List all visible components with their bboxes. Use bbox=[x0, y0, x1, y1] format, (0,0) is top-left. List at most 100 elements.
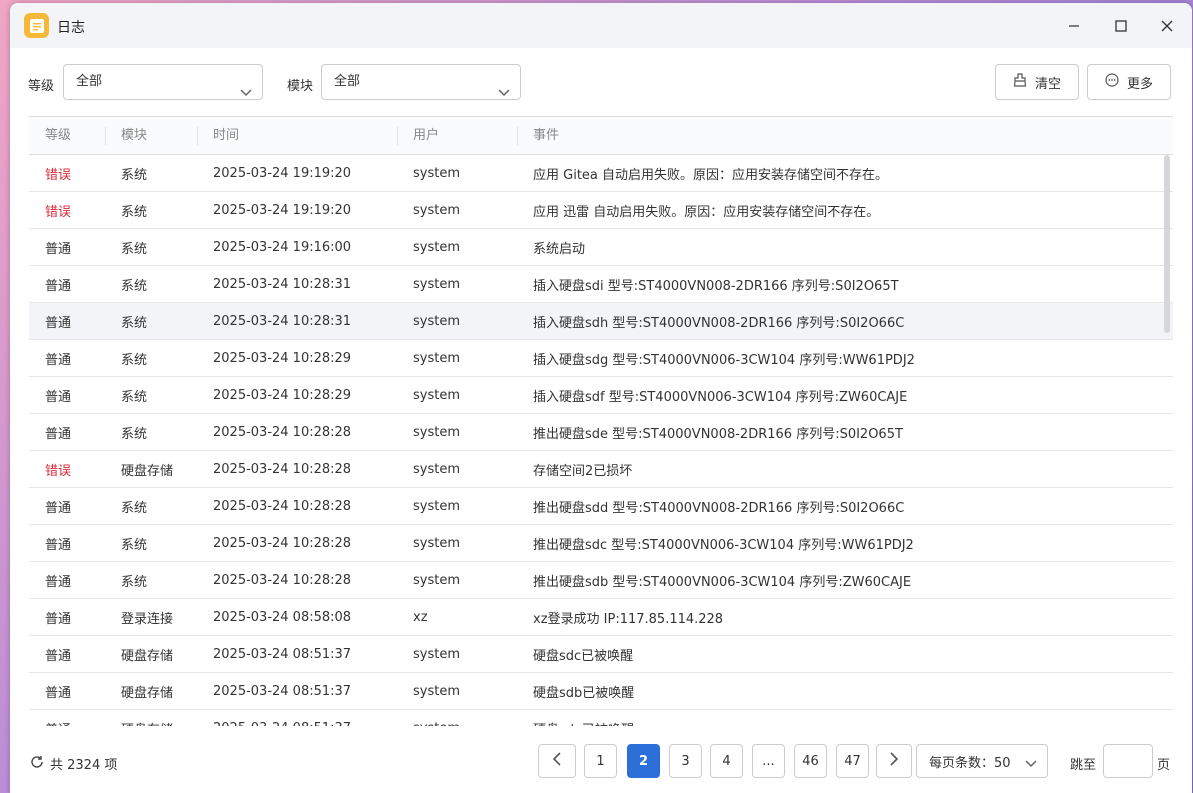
event-cell: 系统启动 bbox=[533, 241, 586, 257]
table-row[interactable]: 普通 硬盘存储 2025-03-24 08:51:37 system 硬盘sdc已被唤醒 bbox=[29, 636, 1173, 673]
prev-page-button[interactable] bbox=[538, 744, 576, 778]
table-row[interactable]: 普通 系统 2025-03-24 10:28:28 system 推出硬盘sdd 型号:… bbox=[29, 488, 1173, 525]
level-cell: 普通 bbox=[45, 278, 72, 294]
page-ellipsis[interactable]: ... bbox=[752, 744, 785, 778]
module-cell: 系统 bbox=[121, 574, 148, 590]
level-cell: 普通 bbox=[45, 500, 72, 516]
time-cell: 2025-03-24 10:28:28 bbox=[213, 535, 352, 551]
minimize-button[interactable] bbox=[1064, 16, 1084, 36]
broom-icon bbox=[1013, 73, 1027, 91]
user-cell: system bbox=[413, 572, 460, 588]
level-cell: 普通 bbox=[45, 352, 72, 368]
time-cell: 2025-03-24 10:28:28 bbox=[213, 461, 352, 477]
table-row[interactable]: 普通 系统 2025-03-24 10:28:31 system 插入硬盘sdi 型号:… bbox=[29, 266, 1173, 303]
table-row[interactable]: 普通 硬盘存储 2025-03-24 08:51:37 system 硬盘sdb已被唤醒 bbox=[29, 673, 1173, 710]
module-cell: 系统 bbox=[121, 537, 148, 553]
page-button[interactable]: 2 bbox=[627, 744, 660, 778]
jump-page-input[interactable] bbox=[1103, 744, 1153, 778]
level-cell: 普通 bbox=[45, 611, 72, 627]
event-cell: 插入硬盘sdf 型号:ST4000VN006-3CW104 序列号:ZW60CA… bbox=[533, 389, 908, 405]
event-cell: 插入硬盘sdi 型号:ST4000VN008-2DR166 序列号:S0I2O6… bbox=[533, 278, 899, 294]
page-button[interactable]: 46 bbox=[794, 744, 827, 778]
time-cell: 2025-03-24 10:28:29 bbox=[213, 387, 352, 403]
table-row[interactable]: 错误 系统 2025-03-24 19:19:20 system 应用 Gitea 自动… bbox=[29, 155, 1173, 192]
table-row[interactable]: 普通 系统 2025-03-24 19:16:00 system 系统启动 bbox=[29, 229, 1173, 266]
page-button[interactable]: 4 bbox=[710, 744, 743, 778]
event-cell: 插入硬盘sdg 型号:ST4000VN006-3CW104 序列号:WW61PD… bbox=[533, 352, 915, 368]
table-row[interactable]: 普通 系统 2025-03-24 10:28:28 system 推出硬盘sdb 型号:… bbox=[29, 562, 1173, 599]
user-cell: system bbox=[413, 350, 460, 366]
column-header-level[interactable]: 等级 bbox=[29, 117, 105, 155]
module-filter-label: 模块 bbox=[287, 79, 314, 94]
more-button[interactable]: 更多 bbox=[1087, 64, 1171, 100]
module-cell: 系统 bbox=[121, 241, 148, 257]
module-cell: 系统 bbox=[121, 315, 148, 331]
table-row[interactable]: 普通 系统 2025-03-24 10:28:31 system 插入硬盘sdh 型号:… bbox=[29, 303, 1173, 340]
time-cell: 2025-03-24 08:51:37 bbox=[213, 646, 352, 662]
time-cell: 2025-03-24 08:51:37 bbox=[197, 721, 397, 727]
level-cell: 普通 bbox=[45, 648, 72, 664]
level-cell: 错误 bbox=[45, 204, 72, 220]
clear-button[interactable]: 清空 bbox=[995, 64, 1079, 100]
table-row[interactable]: 普通 系统 2025-03-24 10:28:28 system 推出硬盘sde 型号:… bbox=[29, 414, 1173, 451]
module-cell: 硬盘存储 bbox=[121, 685, 174, 701]
user-cell: system bbox=[413, 165, 460, 181]
table-row[interactable]: 普通 系统 2025-03-24 10:28:29 system 插入硬盘sdg 型号:… bbox=[29, 340, 1173, 377]
jump-label: 跳至 bbox=[1070, 758, 1097, 773]
user-cell: system bbox=[413, 461, 460, 477]
table-scrollbar[interactable] bbox=[1164, 155, 1170, 333]
module-cell: 系统 bbox=[121, 278, 148, 294]
total-count: 共 2324 项 bbox=[30, 754, 117, 773]
column-header-module[interactable]: 模块 bbox=[105, 117, 197, 155]
event-cell: 应用 迅雷 自动启用失败。原因：应用安装存储空间不存在。 bbox=[533, 204, 880, 220]
table-row[interactable]: 普通 登录连接 2025-03-24 08:58:08 xz xz登录成功 IP:117… bbox=[29, 599, 1173, 636]
user-cell: system bbox=[413, 535, 460, 551]
chevron-left-icon bbox=[552, 752, 562, 770]
module-cell: 硬盘存储 bbox=[121, 648, 174, 664]
level-cell: 错误 bbox=[45, 463, 72, 479]
table-row[interactable]: 普通 系统 2025-03-24 10:28:29 system 插入硬盘sdf 型号:… bbox=[29, 377, 1173, 414]
time-cell: 2025-03-24 08:58:08 bbox=[213, 609, 352, 625]
module-cell: 系统 bbox=[121, 204, 148, 220]
user-cell: system bbox=[413, 683, 460, 699]
table-row[interactable]: 错误 系统 2025-03-24 19:19:20 system 应用 迅雷 自动启用失… bbox=[29, 192, 1173, 229]
page-button[interactable]: 3 bbox=[669, 744, 702, 778]
event-cell: xz登录成功 IP:117.85.114.228 bbox=[533, 611, 724, 627]
column-header-time[interactable]: 时间 bbox=[197, 117, 397, 155]
module-cell: 系统 bbox=[121, 500, 148, 516]
maximize-button[interactable] bbox=[1111, 16, 1131, 36]
column-header-user[interactable]: 用户 bbox=[397, 117, 517, 155]
module-cell: 系统 bbox=[121, 389, 148, 405]
page-size-select[interactable]: 每页条数：50 bbox=[916, 744, 1048, 778]
level-cell: 普通 bbox=[45, 426, 72, 442]
user-cell: system bbox=[413, 387, 460, 403]
level-select[interactable]: 全部 bbox=[63, 64, 263, 100]
user-cell: system bbox=[397, 721, 517, 727]
module-cell: 硬盘存储 bbox=[121, 463, 174, 479]
event-cell: 推出硬盘sdd 型号:ST4000VN008-2DR166 序列号:S0I2O6… bbox=[533, 500, 905, 516]
module-select[interactable]: 全部 bbox=[321, 64, 521, 100]
module-select-value: 全部 bbox=[334, 74, 361, 89]
chevron-down-icon bbox=[1025, 757, 1037, 772]
event-cell: 插入硬盘sdh 型号:ST4000VN008-2DR166 序列号:S0I2O6… bbox=[533, 315, 905, 331]
title-bar: 日志 bbox=[10, 3, 1192, 48]
time-cell: 2025-03-24 08:51:37 bbox=[213, 683, 352, 699]
page-button[interactable]: 47 bbox=[836, 744, 869, 778]
event-cell: 推出硬盘sde 型号:ST4000VN008-2DR166 序列号:S0I2O6… bbox=[533, 426, 903, 442]
page-button[interactable]: 1 bbox=[584, 744, 617, 778]
table-row[interactable]: 普通 系统 2025-03-24 10:28:28 system 推出硬盘sdc 型号:… bbox=[29, 525, 1173, 562]
level-cell: 普通 bbox=[45, 685, 72, 701]
level-filter-label: 等级 bbox=[28, 79, 55, 94]
table-body: 错误 系统 2025-03-24 19:19:20 system 应用 Gitea 自动… bbox=[29, 155, 1173, 726]
time-cell: 2025-03-24 19:19:20 bbox=[213, 165, 352, 181]
refresh-icon[interactable] bbox=[30, 755, 44, 773]
close-button[interactable] bbox=[1157, 16, 1177, 36]
next-page-button[interactable] bbox=[876, 744, 912, 778]
table-row[interactable]: 普通硬盘存储2025-03-24 08:51:37system硬盘sda已被唤醒 bbox=[29, 710, 1173, 727]
event-cell: 硬盘sda已被唤醒 bbox=[517, 719, 1173, 727]
column-header-event[interactable]: 事件 bbox=[517, 117, 1173, 155]
table-row[interactable]: 错误 硬盘存储 2025-03-24 10:28:28 system 存储空间2已损坏 bbox=[29, 451, 1173, 488]
page-size-text: 每页条数：50 bbox=[929, 755, 1011, 771]
user-cell: system bbox=[413, 498, 460, 514]
level-cell: 错误 bbox=[45, 167, 72, 183]
